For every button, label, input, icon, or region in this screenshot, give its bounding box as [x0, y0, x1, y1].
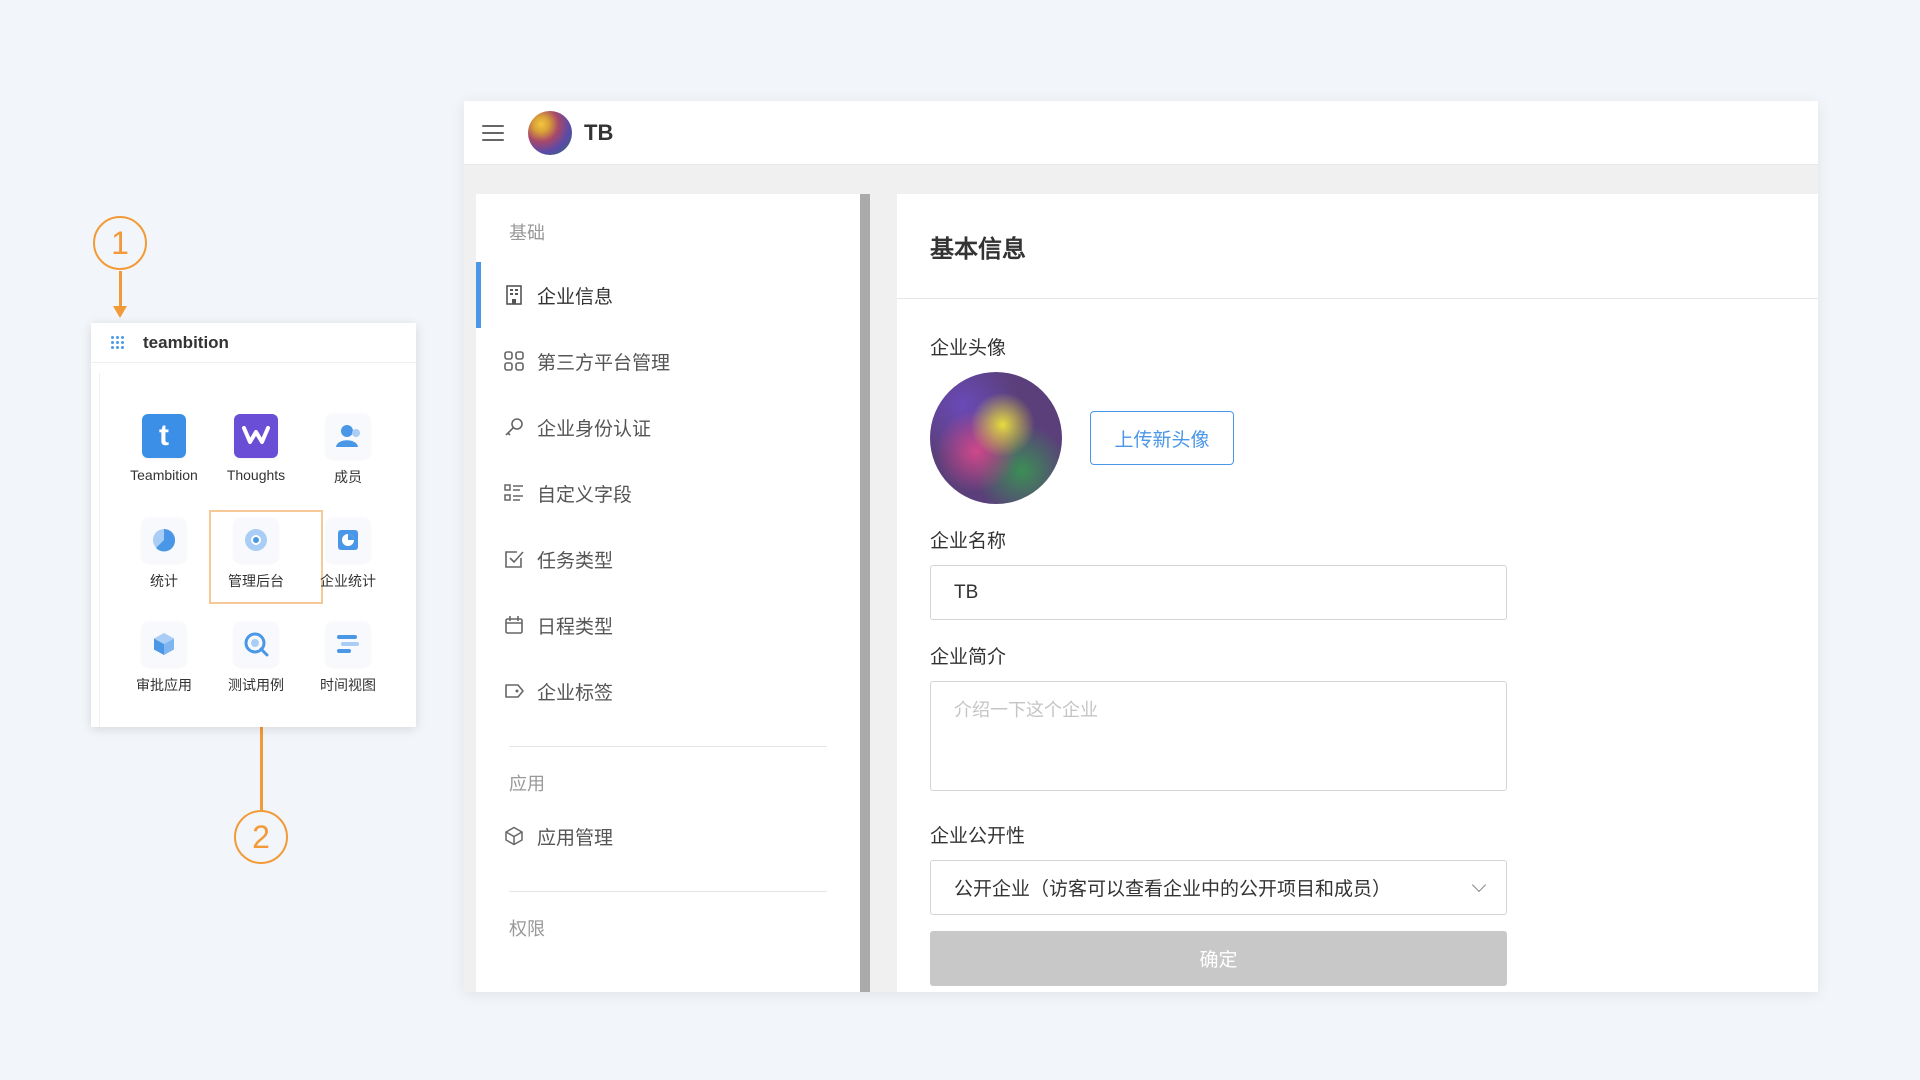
admin-window: TB 基础 企业信息 第三方平台管理 企业身份认证 自定义字段 任务类型 日程类… [464, 101, 1818, 992]
app-tile-org-statistics[interactable]: 企业统计 [302, 512, 394, 616]
sidebar-item-third-party[interactable]: 第三方平台管理 [476, 328, 860, 394]
list-fields-icon [503, 482, 525, 504]
app-label: 管理后台 [228, 573, 284, 589]
teambition-logo-icon: t [142, 414, 186, 458]
admin-console-icon [234, 518, 278, 562]
sidebar-section-basic: 基础 [509, 223, 545, 243]
content-header: 基本信息 [897, 194, 1818, 299]
cube-icon [503, 825, 525, 847]
members-icon [326, 414, 370, 458]
org-name-label: 企业名称 [930, 531, 1007, 552]
sidebar-divider [509, 746, 827, 747]
sidebar-divider [509, 891, 827, 892]
visibility-select[interactable]: 公开企业（访客可以查看企业中的公开项目和成员） [930, 860, 1507, 915]
tag-icon [503, 680, 525, 702]
settings-sidebar: 基础 企业信息 第三方平台管理 企业身份认证 自定义字段 任务类型 日程类型 企… [476, 194, 870, 992]
visibility-label: 企业公开性 [930, 826, 1026, 847]
thoughts-logo-icon [234, 414, 278, 458]
confirm-button[interactable]: 确定 [930, 931, 1507, 986]
basic-info-panel: 基本信息 企业头像 上传新头像 企业名称 TB 企业简介 介绍一下这个企业 企业… [897, 194, 1818, 992]
test-case-icon [234, 622, 278, 666]
app-tile-members[interactable]: 成员 [302, 408, 394, 512]
app-label: 时间视图 [320, 677, 376, 693]
app-tile-test-case[interactable]: 测试用例 [210, 616, 302, 720]
page-title: 基本信息 [930, 235, 1026, 263]
avatar-row: 上传新头像 [930, 372, 1507, 504]
sidebar-section-apps: 应用 [509, 774, 545, 794]
key-icon [503, 416, 525, 438]
callout-1-arrow [113, 306, 127, 318]
callout-number-1: 1 [93, 216, 147, 270]
org-intro-label: 企业简介 [930, 647, 1007, 668]
chevron-down-icon [1471, 877, 1487, 892]
app-tile-approval[interactable]: 审批应用 [118, 616, 210, 720]
org-intro-textarea[interactable]: 介绍一下这个企业 [930, 681, 1507, 791]
sidebar-item-label: 应用管理 [537, 827, 614, 849]
sidebar-item-schedule-types[interactable]: 日程类型 [476, 592, 860, 658]
app-tile-timeline[interactable]: 时间视图 [302, 616, 394, 720]
checkbox-icon [503, 548, 525, 570]
top-bar: TB [464, 101, 1818, 165]
timeline-icon [326, 622, 370, 666]
sidebar-item-app-management[interactable]: 应用管理 [476, 803, 860, 869]
app-tile-thoughts[interactable]: Thoughts [210, 408, 302, 512]
sidebar-item-label: 日程类型 [537, 616, 614, 638]
visibility-selected-value: 公开企业（访客可以查看企业中的公开项目和成员） [954, 879, 1392, 900]
sidebar-item-label: 企业身份认证 [537, 418, 652, 440]
building-icon [503, 284, 525, 306]
app-launcher-panel: teambition t Teambition Thoughts 成员 统计 管… [91, 323, 416, 727]
org-info-form: 企业头像 上传新头像 企业名称 TB 企业简介 介绍一下这个企业 企业公开性 公… [930, 333, 1507, 986]
app-label: Teambition [130, 467, 198, 483]
app-tile-statistics[interactable]: 统计 [118, 512, 210, 616]
app-tile-admin-console[interactable]: 管理后台 [209, 510, 323, 616]
sidebar-item-label: 企业标签 [537, 682, 614, 704]
launcher-title: teambition [143, 332, 229, 352]
app-grid-icon[interactable] [111, 335, 125, 350]
app-label: 成员 [334, 469, 362, 485]
app-label: 企业统计 [320, 573, 376, 589]
sidebar-item-custom-fields[interactable]: 自定义字段 [476, 460, 860, 526]
sidebar-item-label: 任务类型 [537, 550, 614, 572]
app-label: 测试用例 [228, 677, 284, 693]
org-avatar-large [930, 372, 1062, 504]
app-label: 审批应用 [136, 677, 192, 693]
launcher-body: t Teambition Thoughts 成员 统计 管理后台 企业统计 审批… [99, 373, 416, 727]
sidebar-item-label: 第三方平台管理 [537, 352, 671, 374]
app-label: Thoughts [226, 467, 286, 483]
app-tile-teambition[interactable]: t Teambition [118, 408, 210, 512]
sidebar-section-permissions: 权限 [509, 919, 545, 939]
upload-avatar-button[interactable]: 上传新头像 [1090, 411, 1234, 465]
callout-1-line [119, 271, 122, 308]
sidebar-item-org-info[interactable]: 企业信息 [476, 262, 860, 328]
sidebar-item-task-types[interactable]: 任务类型 [476, 526, 860, 592]
sidebar-item-label: 自定义字段 [537, 484, 633, 506]
app-grid: t Teambition Thoughts 成员 统计 管理后台 企业统计 审批… [118, 408, 394, 720]
org-name-input[interactable]: TB [930, 565, 1507, 620]
org-name: TB [584, 119, 614, 145]
launcher-header: teambition [91, 323, 416, 363]
sidebar-item-identity[interactable]: 企业身份认证 [476, 394, 860, 460]
approval-cube-icon [142, 622, 186, 666]
sidebar-item-tags[interactable]: 企业标签 [476, 658, 860, 724]
app-label: 统计 [150, 573, 178, 589]
hamburger-menu-icon[interactable] [482, 124, 504, 141]
avatar-label: 企业头像 [930, 338, 1007, 359]
sidebar-item-label: 企业信息 [537, 286, 614, 308]
grid-apps-icon [503, 350, 525, 372]
org-avatar[interactable] [528, 110, 572, 155]
org-statistics-icon [326, 518, 370, 562]
callout-number-2: 2 [234, 810, 288, 864]
pie-chart-icon [142, 518, 186, 562]
calendar-icon [503, 614, 525, 636]
